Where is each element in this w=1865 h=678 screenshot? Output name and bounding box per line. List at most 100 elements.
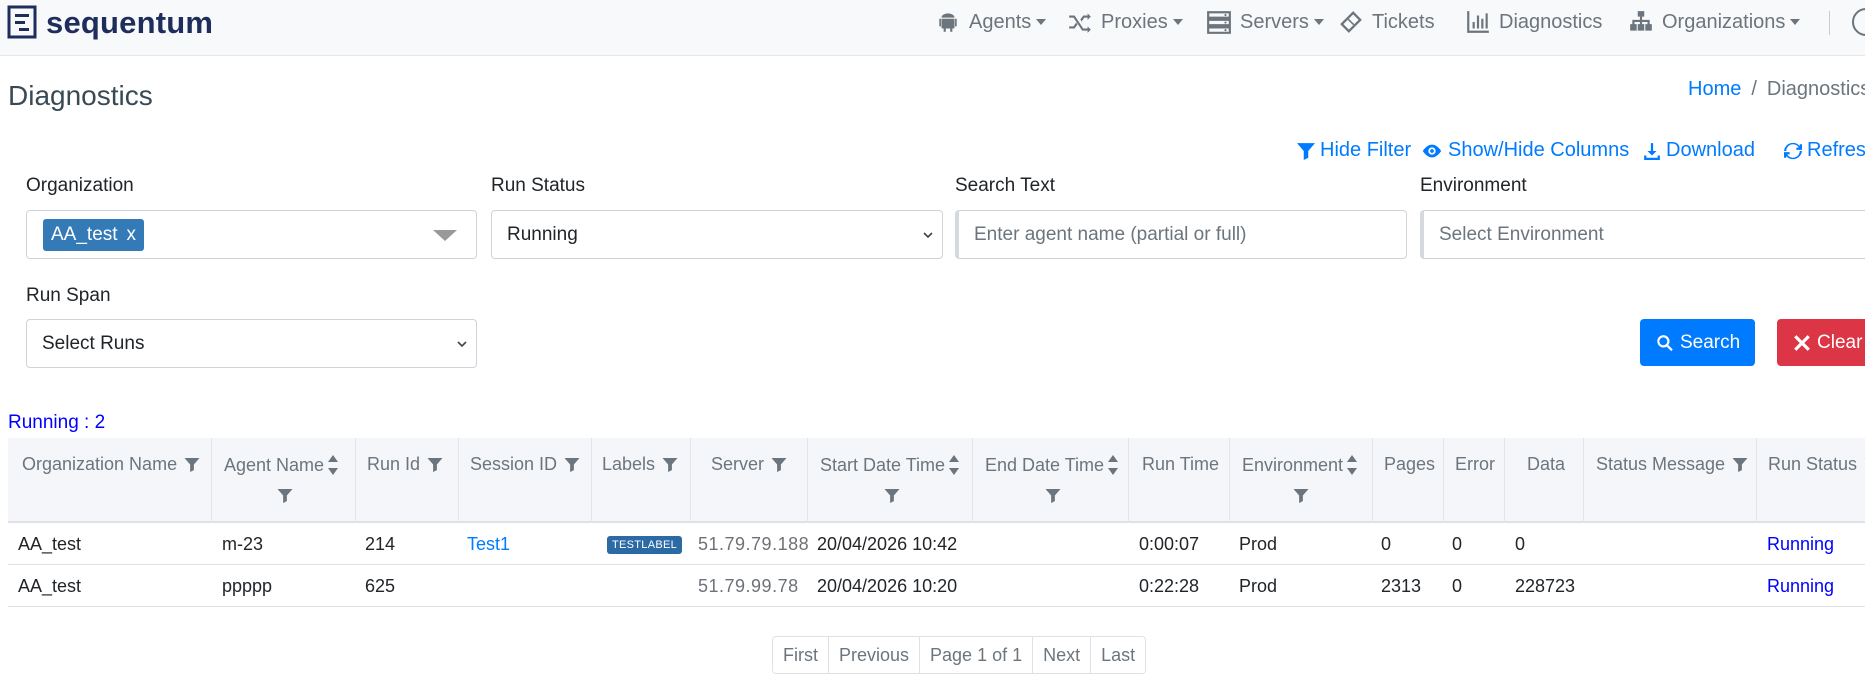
show-hide-columns-link[interactable]: Show/Hide Columns [1421,139,1629,162]
chevron-down-icon[interactable] [433,230,457,241]
cell-session-id-link[interactable]: Test1 [467,534,510,555]
column-header-run-status[interactable]: Run Status [1768,454,1865,475]
filter-icon[interactable] [884,488,900,503]
page-title: Diagnostics [8,80,153,111]
sitemap-icon [1630,11,1652,31]
column-divider [690,438,691,523]
column-header-run-id[interactable]: Run Id [367,454,443,475]
filter-icon[interactable] [771,457,787,472]
nav-agents[interactable]: Agents [934,8,1047,36]
filter-icon[interactable] [1045,488,1061,503]
nav-servers[interactable]: Servers [1205,8,1324,36]
user-avatar-icon[interactable] [1852,8,1865,36]
cell-run-time: 0:00:07 [1139,534,1200,554]
pagination-previous[interactable]: Previous [828,637,920,673]
table-row[interactable]: AA_test m-23 214 Test1 TESTLABEL 51.79.7… [8,523,1865,565]
column-header-label: Organization Name [22,454,178,474]
tag-remove-icon[interactable]: x [127,224,137,246]
cell-run-status: Running [1767,576,1835,596]
column-header-label: Start Date Time [820,454,946,475]
environment-input[interactable]: Select Environment [1420,210,1865,259]
organization-select[interactable]: AA_test x [26,210,477,259]
android-icon [939,13,957,32]
column-header-label: Data [1527,454,1566,474]
filter-icon [1297,142,1315,160]
run-status-label: Run Status [491,175,585,196]
column-header-start-date-time[interactable]: Start Date Time [820,454,960,476]
table-row[interactable]: AA_test ppppp 625 51.79.99.78 20/04/2026… [8,565,1865,607]
column-header-label: Error [1455,454,1495,474]
run-span-select[interactable]: Select Runs [26,319,477,368]
refresh-icon [1784,142,1802,159]
column-divider [972,438,973,523]
column-divider [1229,438,1230,523]
sort-icon[interactable] [1107,454,1119,476]
run-status-value: Running [507,223,578,245]
column-header-status-message[interactable]: Status Message [1596,454,1748,475]
nav-organizations[interactable]: Organizations [1627,8,1801,36]
chevron-down-icon [1790,19,1801,25]
shuffle-icon [1069,13,1091,33]
column-divider [1756,438,1757,523]
download-link[interactable]: Download [1643,139,1755,162]
cell-run-status: Running [1767,534,1835,554]
sort-icon[interactable] [948,454,960,476]
sort-icon[interactable] [327,454,339,476]
search-icon [1657,334,1673,351]
organization-label: Organization [26,175,134,196]
column-header-pages[interactable]: Pages [1384,454,1435,475]
cell-data: 0 [1515,534,1526,554]
column-divider [355,438,356,523]
nav-agents-label: Agents [969,10,1032,33]
column-header-data[interactable]: Data [1527,454,1565,475]
search-button[interactable]: Search [1640,319,1755,366]
environment-label: Environment [1420,175,1527,196]
chevron-down-icon [1313,19,1324,25]
filter-icon[interactable] [184,457,200,472]
pagination-next[interactable]: Next [1032,637,1091,673]
column-divider [1372,438,1373,523]
pagination-first[interactable]: First [773,637,828,673]
cell-agent-name: m-23 [222,534,264,554]
clear-button[interactable]: Clear [1777,319,1865,366]
filter-icon[interactable] [662,457,678,472]
nav-proxies[interactable]: Proxies [1066,8,1183,36]
search-text-label: Search Text [955,175,1055,196]
sort-icon[interactable] [1346,454,1358,476]
filter-icon[interactable] [564,457,580,472]
organization-tag: AA_test x [43,218,145,251]
cell-start-date-time: 20/04/2026 10:42 [817,534,958,554]
column-header-labels[interactable]: Labels [602,454,678,475]
pagination-last[interactable]: Last [1090,637,1146,673]
nav-tickets[interactable]: Tickets [1337,8,1435,36]
nav-diagnostics[interactable]: Diagnostics [1464,8,1602,36]
breadcrumb-home-link[interactable]: Home [1688,78,1741,100]
show-hide-columns-label: Show/Hide Columns [1448,139,1630,161]
filter-icon[interactable] [277,488,293,503]
run-span-label: Run Span [26,285,111,306]
refresh-link[interactable]: Refresh [1784,139,1865,162]
column-header-session-id[interactable]: Session ID [470,454,580,475]
filter-icon[interactable] [1293,488,1309,503]
cell-server: 51.79.79.188 [698,534,810,554]
column-header-organization-name[interactable]: Organization Name [22,454,200,475]
column-header-server[interactable]: Server [711,454,787,475]
column-header-agent-name[interactable]: Agent Name [224,454,339,476]
clear-button-label: Clear [1817,331,1863,353]
run-span-value: Select Runs [42,332,145,354]
filter-icon[interactable] [1732,457,1748,472]
hide-filter-link[interactable]: Hide Filter [1297,139,1411,162]
filter-icon[interactable] [427,457,443,472]
cell-error: 0 [1452,576,1463,596]
column-header-run-time[interactable]: Run Time [1142,454,1219,475]
column-header-environment[interactable]: Environment [1242,454,1358,476]
cell-agent-name: ppppp [222,576,273,596]
brand-logo[interactable]: sequentum [7,1,213,43]
nav-diagnostics-label: Diagnostics [1499,10,1603,33]
run-status-select[interactable]: Running [491,210,943,259]
column-header-end-date-time[interactable]: End Date Time [985,454,1119,476]
search-text-input[interactable]: Enter agent name (partial or full) [955,210,1407,259]
column-header-error[interactable]: Error [1455,454,1495,475]
running-count: Running : 2 [8,412,106,433]
column-header-label: Run Id [367,454,421,474]
